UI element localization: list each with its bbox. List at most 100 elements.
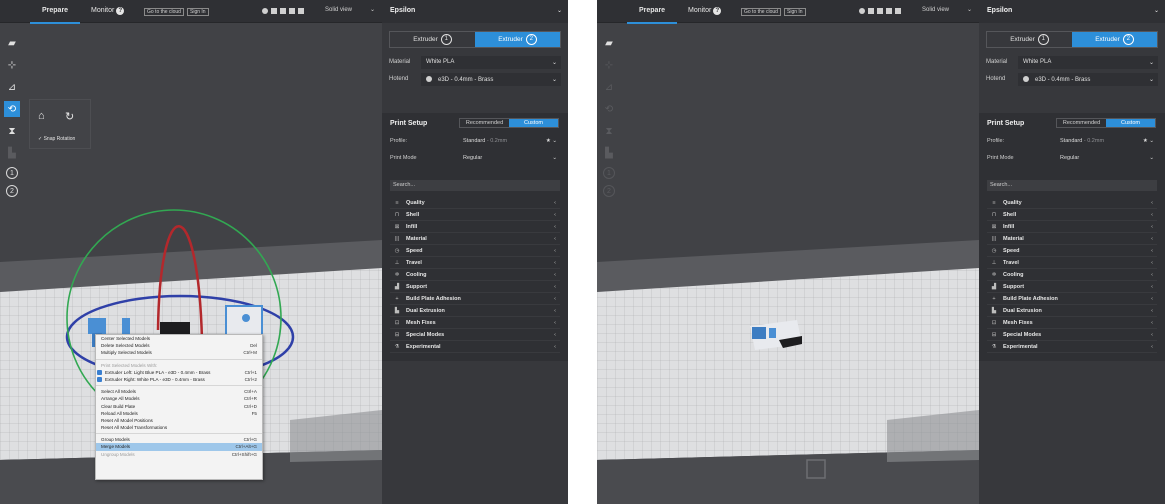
hotend-select[interactable]: e3D - 0.4mm - Brass ⌄ [1018, 73, 1158, 86]
menu-item[interactable]: Group Models Ctrl+G [96, 436, 262, 443]
recommended-button[interactable]: Recommended [1057, 119, 1106, 127]
tab-extruder-2[interactable]: Extruder 2 [475, 32, 560, 47]
snap-rotation-checkbox[interactable]: ✓ Snap Rotation [38, 136, 75, 142]
printer-selector[interactable]: Epsilon ⌄ [979, 0, 1165, 23]
setting-category[interactable]: ⊓ Shell ‹ [390, 209, 560, 221]
setting-category[interactable]: ▟ Support ‹ [987, 281, 1157, 293]
setting-category[interactable]: ⊓ Shell ‹ [987, 209, 1157, 221]
menu-item[interactable]: Reload All Models F5 [96, 410, 262, 417]
setting-category[interactable]: ≡ Quality ‹ [987, 197, 1157, 209]
left-view-icon[interactable] [886, 8, 892, 14]
setting-category[interactable]: ⚗ Experimental ‹ [390, 341, 560, 353]
setting-category[interactable]: ||| Material ‹ [390, 233, 560, 245]
tab-monitor[interactable]: Monitor? [91, 7, 125, 15]
menu-item[interactable]: Clear Build Plate Ctrl+D [96, 403, 262, 410]
menu-item[interactable]: Merge Models Ctrl+Alt+G [96, 443, 262, 451]
front-view-icon[interactable] [271, 8, 277, 14]
move-icon[interactable]: ⊹ [4, 57, 20, 73]
rotate-icon[interactable]: ⟲ [601, 101, 617, 117]
setting-category[interactable]: ✲ Cooling ‹ [987, 269, 1157, 281]
left-view-icon[interactable] [289, 8, 295, 14]
setting-category[interactable]: ⊡ Mesh Fixes ‹ [390, 317, 560, 329]
move-icon[interactable]: ⊹ [601, 57, 617, 73]
scale-icon[interactable]: ⊿ [4, 79, 20, 95]
setting-category[interactable]: ▟ Support ‹ [390, 281, 560, 293]
extruder-1-button[interactable]: 1 [6, 167, 18, 179]
setting-category[interactable]: ✲ Cooling ‹ [390, 269, 560, 281]
right-view-icon[interactable] [895, 8, 901, 14]
tab-monitor[interactable]: Monitor? [688, 7, 722, 15]
material-select[interactable]: White PLA ⌄ [421, 56, 561, 69]
tab-extruder-1[interactable]: Extruder 1 [390, 32, 475, 47]
menu-item[interactable]: Reset All Model Positions [96, 417, 262, 424]
open-file-icon[interactable]: ▰ [4, 35, 20, 51]
profile-select[interactable]: Standard - 0.2mm ★ ⌄ [459, 136, 560, 147]
setting-category[interactable]: ⊟ Special Modes ‹ [987, 329, 1157, 341]
setting-category[interactable]: ⊥ Travel ‹ [390, 257, 560, 269]
sign-in-link[interactable]: Sign In [784, 8, 806, 16]
select-face-icon[interactable]: ↻ [65, 110, 74, 123]
build-volume-viewport[interactable]: Prepare Monitor? Go to the cloud Sign In… [597, 0, 979, 504]
tab-extruder-1[interactable]: Extruder 1 [987, 32, 1072, 47]
right-view-icon[interactable] [298, 8, 304, 14]
setting-category[interactable]: ▙ Dual Extrusion ‹ [390, 305, 560, 317]
home-view-icon[interactable] [859, 8, 865, 14]
extruder-1-button[interactable]: 1 [603, 167, 615, 179]
sign-in-link[interactable]: Sign In [187, 8, 209, 16]
view-type-select[interactable]: Solid view [325, 7, 352, 13]
tab-prepare[interactable]: Prepare [626, 7, 678, 24]
scale-icon[interactable]: ⊿ [601, 79, 617, 95]
profile-select[interactable]: Standard - 0.2mm ★ ⌄ [1056, 136, 1157, 147]
material-select[interactable]: White PLA ⌄ [1018, 56, 1158, 69]
view-type-select[interactable]: Solid view [922, 7, 949, 13]
setting-category[interactable]: ⊠ Infill ‹ [390, 221, 560, 233]
mirror-icon[interactable]: ⧗ [4, 123, 20, 139]
setting-category[interactable]: ||| Material ‹ [987, 233, 1157, 245]
chevron-down-icon[interactable]: ⌄ [370, 6, 375, 13]
custom-button[interactable]: Custom [509, 119, 558, 127]
setting-category[interactable]: ≡ Quality ‹ [390, 197, 560, 209]
menu-item[interactable]: Select All Models Ctrl+A [96, 388, 262, 395]
extruder-2-button[interactable]: 2 [603, 185, 615, 197]
menu-item[interactable]: Ungroup Models Ctrl+Shift+G [96, 451, 262, 458]
hotend-select[interactable]: e3D - 0.4mm - Brass ⌄ [421, 73, 561, 86]
settings-search-input[interactable]: Search... [390, 180, 560, 191]
mirror-icon[interactable]: ⧗ [601, 123, 617, 139]
top-view-icon[interactable] [877, 8, 883, 14]
print-mode-select[interactable]: Regular ⌄ [1056, 153, 1157, 164]
setting-category[interactable]: ▙ Dual Extrusion ‹ [987, 305, 1157, 317]
camera-view-buttons[interactable] [859, 8, 909, 16]
setting-category[interactable]: ⊟ Special Modes ‹ [390, 329, 560, 341]
open-file-icon[interactable]: ▰ [601, 35, 617, 51]
menu-item[interactable]: Arrange All Models Ctrl+R [96, 395, 262, 402]
front-view-icon[interactable] [868, 8, 874, 14]
per-model-settings-icon[interactable]: ▙ [601, 145, 617, 161]
tab-prepare[interactable]: Prepare [29, 7, 81, 24]
menu-item[interactable]: Extruder Right: White PLA - e3D - 0.4mm … [96, 376, 262, 383]
setting-category[interactable]: ⚗ Experimental ‹ [987, 341, 1157, 353]
menu-item[interactable]: Center Selected Models [96, 335, 262, 342]
setting-category[interactable]: + Build Plate Adhesion ‹ [987, 293, 1157, 305]
extruder-2-button[interactable]: 2 [6, 185, 18, 197]
setting-category[interactable]: ⊥ Travel ‹ [987, 257, 1157, 269]
setting-category[interactable]: + Build Plate Adhesion ‹ [390, 293, 560, 305]
menu-item[interactable]: Extruder Left: Light Blue PLA - e3D - 0.… [96, 369, 262, 376]
home-view-icon[interactable] [262, 8, 268, 14]
setting-category[interactable]: ◷ Speed ‹ [390, 245, 560, 257]
cloud-link[interactable]: Go to the cloud [144, 8, 184, 16]
rotate-icon[interactable]: ⟲ [4, 101, 20, 117]
print-mode-select[interactable]: Regular ⌄ [459, 153, 560, 164]
printer-selector[interactable]: Epsilon ⌄ [382, 0, 568, 23]
tab-extruder-2[interactable]: Extruder 2 [1072, 32, 1157, 47]
setting-category[interactable]: ◷ Speed ‹ [987, 245, 1157, 257]
setting-category[interactable]: ⊠ Infill ‹ [987, 221, 1157, 233]
setting-category[interactable]: ⊡ Mesh Fixes ‹ [987, 317, 1157, 329]
per-model-settings-icon[interactable]: ▙ [4, 145, 20, 161]
cloud-link[interactable]: Go to the cloud [741, 8, 781, 16]
build-volume-viewport[interactable]: Prepare Monitor? Go to the cloud Sign In… [0, 0, 382, 504]
menu-item[interactable]: Reset All Model Transformations [96, 424, 262, 431]
lay-flat-icon[interactable]: ⌂ [38, 110, 45, 122]
settings-search-input[interactable]: Search... [987, 180, 1157, 191]
recommended-button[interactable]: Recommended [460, 119, 509, 127]
menu-item[interactable]: Delete Selected Models Del [96, 342, 262, 349]
